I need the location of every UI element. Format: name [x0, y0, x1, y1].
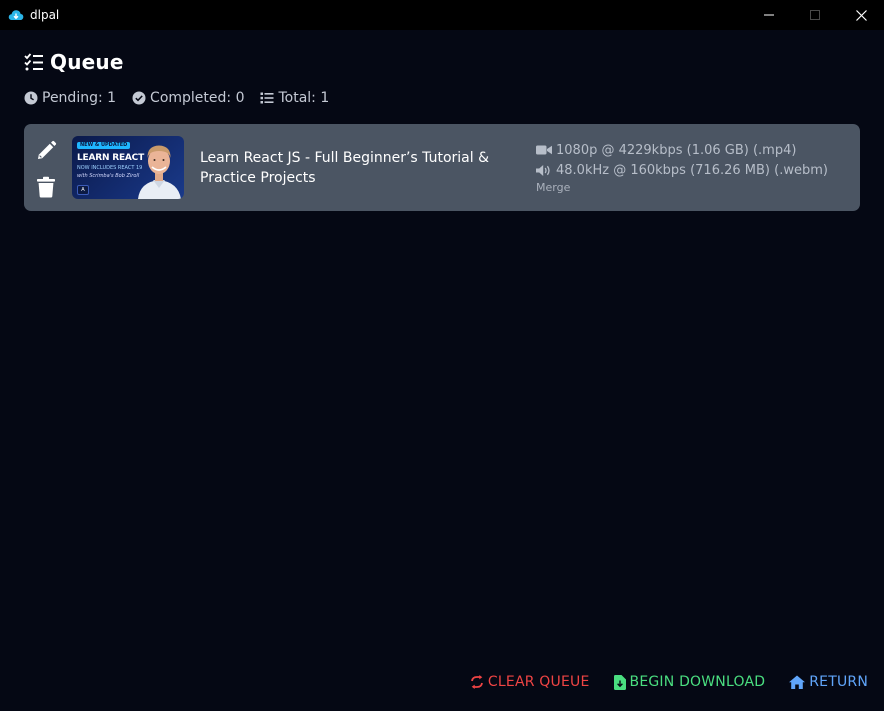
pending-label: Pending: 1 [42, 90, 117, 106]
check-circle-icon [132, 91, 146, 105]
maximize-button[interactable] [792, 0, 838, 30]
return-button[interactable]: RETURN [789, 674, 868, 690]
minimize-button[interactable] [746, 0, 792, 30]
total-label: Total: 1 [278, 90, 330, 106]
return-label: RETURN [809, 674, 868, 690]
thumbnail-subline: NOW INCLUDES REACT 19 [77, 165, 143, 171]
queue-item: NEW & UPDATED LEARN REACT NOW INCLUDES R… [24, 124, 860, 211]
total-stat: Total: 1 [260, 90, 329, 106]
close-icon [855, 9, 867, 21]
clear-queue-label: CLEAR QUEUE [487, 674, 590, 690]
pencil-icon[interactable] [35, 140, 57, 162]
title-bar: dlpal [0, 0, 884, 30]
refresh-icon [471, 675, 483, 689]
audio-format: 48.0kHz @ 160kbps (716.26 MB) (.webm) [556, 162, 828, 178]
completed-label: Completed: 0 [150, 90, 245, 106]
volume-icon [536, 164, 550, 176]
video-camera-icon [536, 145, 552, 155]
list-icon [260, 92, 274, 104]
thumbnail-badge: NEW & UPDATED [77, 142, 131, 149]
pending-stat: Pending: 1 [24, 90, 116, 106]
merge-mode-label: Merge [536, 181, 571, 194]
clear-queue-button[interactable]: CLEAR QUEUE [470, 674, 590, 690]
video-format: 1080p @ 4229kbps (1.06 GB) (.mp4) [556, 142, 797, 158]
video-title: Learn React JS - Full Beginner’s Tutoria… [200, 150, 490, 186]
clock-icon [24, 91, 38, 105]
close-button[interactable] [838, 0, 884, 30]
home-icon [789, 675, 806, 689]
trash-icon[interactable] [36, 176, 56, 198]
list-check-icon [24, 53, 43, 71]
maximize-icon [810, 10, 820, 20]
presenter-portrait [138, 145, 181, 199]
thumbnail-author: with Scrimba's Bob Ziroll [77, 173, 140, 179]
footer-actions: CLEAR QUEUE BEGIN DOWNLOAD RETURN [446, 674, 868, 690]
thumbnail-logo: A [77, 185, 89, 195]
file-download-icon [613, 674, 626, 690]
begin-download-button[interactable]: BEGIN DOWNLOAD [613, 674, 766, 690]
minimize-icon [764, 14, 774, 16]
queue-item-actions [34, 137, 58, 199]
begin-download-label: BEGIN DOWNLOAD [629, 674, 766, 690]
app-title: dlpal [30, 8, 60, 22]
page-header: Queue [24, 50, 124, 74]
completed-stat: Completed: 0 [132, 90, 244, 106]
video-thumbnail: NEW & UPDATED LEARN REACT NOW INCLUDES R… [72, 136, 184, 199]
queue-stats: Pending: 1 Completed: 0 Total: 1 [24, 90, 345, 106]
page-title: Queue [50, 50, 124, 74]
video-format-line: 1080p @ 4229kbps (1.06 GB) (.mp4) [536, 140, 828, 160]
cloud-download-icon [8, 10, 24, 20]
format-info: 1080p @ 4229kbps (1.06 GB) (.mp4) 48.0kH… [536, 140, 828, 194]
audio-format-line: 48.0kHz @ 160kbps (716.26 MB) (.webm) [536, 160, 828, 180]
